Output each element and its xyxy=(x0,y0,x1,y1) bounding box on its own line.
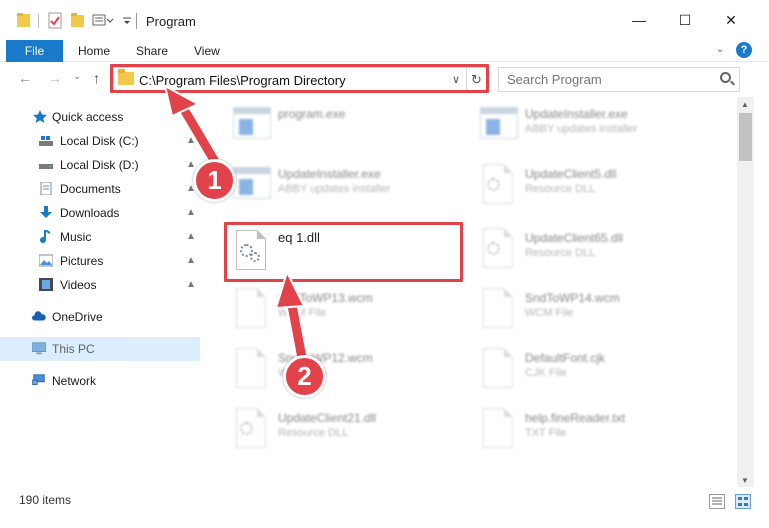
arrow-2 xyxy=(274,269,309,365)
annotation-arrows xyxy=(163,84,309,365)
callout-step-1: 1 xyxy=(193,159,236,202)
arrow-1 xyxy=(163,84,221,167)
callout-step-2: 2 xyxy=(283,355,326,398)
